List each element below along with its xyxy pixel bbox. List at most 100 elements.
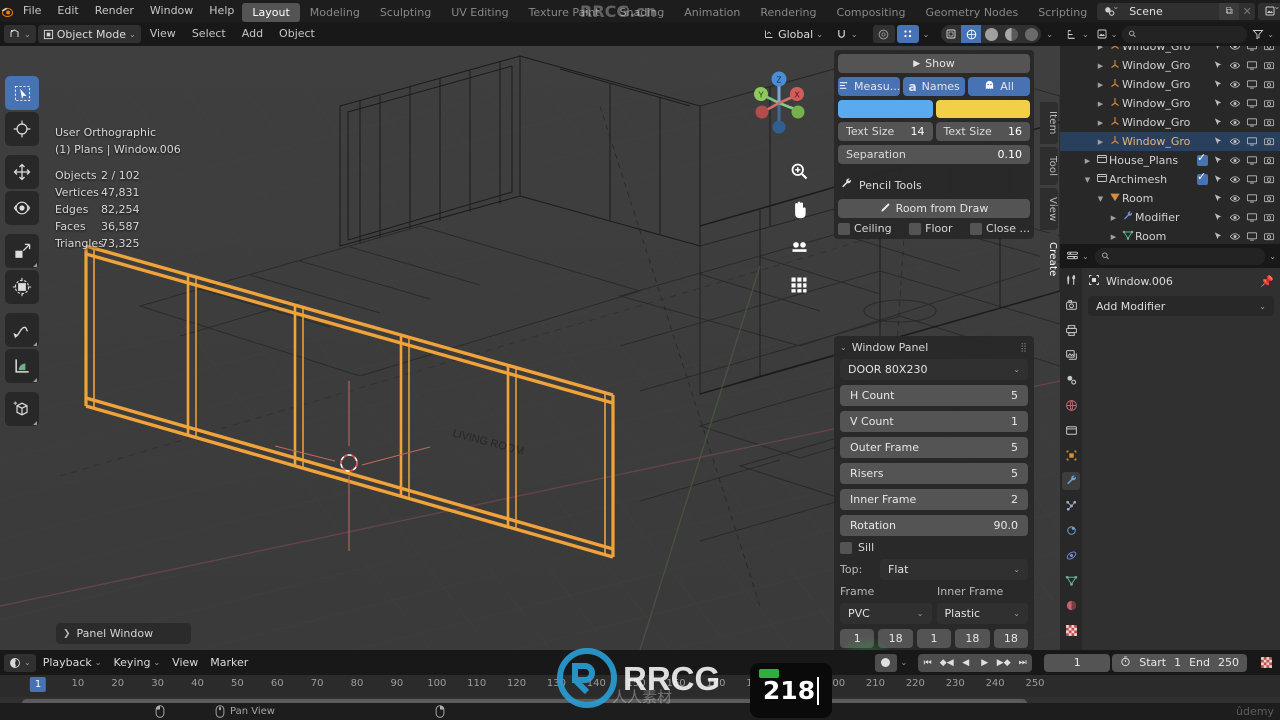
expand-arrow-icon[interactable]: ▼: [1081, 176, 1094, 184]
editor-type-selector[interactable]: ⌄: [4, 25, 36, 43]
filter-funnel-icon[interactable]: ⌄: [1250, 25, 1276, 43]
annotate-tool[interactable]: [5, 313, 39, 347]
outliner-editor-type-icon[interactable]: ⌄: [1064, 25, 1091, 43]
expand-arrow-icon[interactable]: ▶: [1094, 100, 1107, 108]
risers-slider[interactable]: Risers 5: [840, 463, 1028, 484]
current-frame-field[interactable]: 1: [1044, 653, 1111, 672]
outliner-row-toggles[interactable]: [1213, 193, 1280, 204]
add-cube-tool[interactable]: [5, 392, 39, 426]
transport-controls[interactable]: ⏮ ◆◀ ◀ ▶ ▶◆ ⏭: [918, 653, 1033, 672]
viewport-toolbar[interactable]: [5, 76, 39, 426]
top-dropdown[interactable]: Flat ⌄: [880, 559, 1028, 580]
color-swatch-yellow[interactable]: [935, 100, 1030, 118]
shading-preview-icon[interactable]: [1021, 25, 1042, 43]
scene-name[interactable]: Scene: [1121, 2, 1220, 20]
close-checkbox[interactable]: Close ...: [970, 222, 1030, 235]
separation-field[interactable]: Separation 0.10: [838, 145, 1030, 164]
jump-to-end-icon[interactable]: ⏭: [1013, 653, 1033, 672]
size-field-5[interactable]: 18: [993, 629, 1029, 648]
exclude-checkbox[interactable]: [1197, 151, 1208, 166]
expand-arrow-icon[interactable]: ▶: [1094, 46, 1107, 51]
rotate-tool[interactable]: [5, 191, 39, 225]
window-panel-header[interactable]: ⌄ Window Panel ⣿: [840, 341, 1028, 354]
zoom-icon[interactable]: [786, 158, 812, 184]
menu-help[interactable]: Help: [201, 0, 242, 22]
play-reverse-icon[interactable]: ◀: [956, 653, 976, 672]
scene-tab[interactable]: [1062, 372, 1080, 390]
close-checkbox-box[interactable]: [970, 222, 983, 235]
shading-wireframe-icon[interactable]: [941, 25, 962, 43]
workspace-tab-uv-editing[interactable]: UV Editing: [441, 3, 518, 22]
outliner-row-toggles[interactable]: [1213, 60, 1280, 71]
frame-fields[interactable]: 1 Start 1 End 250: [1044, 653, 1247, 672]
world-tab[interactable]: [1062, 397, 1080, 415]
add-modifier-button[interactable]: Add Modifier ⌄: [1088, 296, 1274, 316]
exclude-checkbox[interactable]: [1197, 170, 1208, 185]
workspace-tab-geometry-nodes[interactable]: Geometry Nodes: [915, 3, 1028, 22]
ceiling-checkbox-box[interactable]: [838, 222, 850, 235]
workspace-tab-scripting[interactable]: Scripting: [1028, 3, 1097, 22]
outliner-display-mode-icon[interactable]: ⌄: [1094, 25, 1120, 43]
outliner-row[interactable]: ▼ Archimesh: [1060, 170, 1280, 189]
workspace-tab-texture-paint[interactable]: Texture Paint: [519, 3, 610, 22]
sill-checkbox-box[interactable]: [840, 541, 852, 554]
timeline-menu-playback[interactable]: Playback ⌄: [38, 654, 107, 672]
navigation-gizmo[interactable]: Z X Y: [743, 68, 815, 140]
properties-search-box[interactable]: [1094, 247, 1266, 265]
next-keyframe-icon[interactable]: ▶◆: [994, 653, 1014, 672]
size-field-3[interactable]: 1: [916, 629, 952, 648]
h-count-slider[interactable]: H Count 5: [840, 385, 1028, 406]
window-panel[interactable]: ⌄ Window Panel ⣿ DOOR 80X230 ⌄ H Count 5…: [834, 336, 1034, 650]
constraints-tab[interactable]: [1062, 547, 1080, 565]
texture-tab[interactable]: [1062, 622, 1080, 640]
outliner-row[interactable]: ▶ Window_Gro: [1060, 132, 1280, 151]
viewport-menu-add[interactable]: Add: [235, 22, 270, 46]
keying-dropdown[interactable]: ⌄: [899, 654, 910, 672]
n-panel-tabs[interactable]: Item Tool View Create: [1040, 102, 1060, 286]
measures-toggle[interactable]: Measu...: [838, 77, 901, 96]
outliner-row[interactable]: ▶ Window_Gro: [1060, 46, 1280, 56]
viewlayer-selector[interactable]: ViewLayer ⧉ ✕: [1258, 2, 1280, 20]
text-size-2-field[interactable]: Text Size 16: [935, 122, 1030, 141]
texture-checker-icon[interactable]: [1257, 654, 1276, 672]
outliner-row-toggles[interactable]: [1213, 136, 1280, 147]
start-end-field[interactable]: Start 1 End 250: [1112, 653, 1247, 672]
workspace-tab-shading[interactable]: Shading: [610, 3, 675, 22]
menu-file[interactable]: File: [15, 0, 49, 22]
material-tab[interactable]: [1062, 597, 1080, 615]
play-icon[interactable]: ▶: [975, 653, 995, 672]
timeline-menu-keying[interactable]: Keying ⌄: [109, 654, 166, 672]
outliner-row-toggles[interactable]: [1213, 231, 1280, 242]
measure-tool[interactable]: [5, 349, 39, 383]
jump-to-start-icon[interactable]: ⏮: [918, 653, 938, 672]
timeline-editor-type-icon[interactable]: ⌄: [4, 653, 36, 672]
outliner-row[interactable]: ▶ Modifier: [1060, 208, 1280, 227]
tab-create[interactable]: Create: [1040, 233, 1058, 286]
ceiling-checkbox[interactable]: Ceiling: [838, 222, 892, 235]
snap-settings[interactable]: ⌄: [830, 25, 863, 43]
n-panel-create[interactable]: ▶ Show Measu... a Names All Text Size 14…: [834, 50, 1034, 239]
properties-options-icon[interactable]: ⌄: [1269, 252, 1276, 261]
floor-checkbox[interactable]: Floor: [909, 222, 953, 235]
object-mode-selector[interactable]: Object Mode ⌄: [37, 25, 141, 43]
frame-material-dropdown[interactable]: PVC ⌄: [840, 603, 932, 624]
camera-view-icon[interactable]: [786, 234, 812, 260]
expand-arrow-icon[interactable]: ▼: [1094, 195, 1107, 203]
modifier-tab[interactable]: [1062, 472, 1080, 490]
expand-arrow-icon[interactable]: ▶: [1094, 138, 1107, 146]
tool-tab[interactable]: [1062, 272, 1080, 290]
timeline-menu-marker[interactable]: Marker: [205, 654, 253, 672]
render-tab[interactable]: [1062, 297, 1080, 315]
timeline-ruler[interactable]: 1 10 20 30 40 50 60 70 80 90 100 110 120 130 140 150 160…: [0, 675, 1280, 697]
workspace-tab-sculpting[interactable]: Sculpting: [370, 3, 441, 22]
workspace-tab-modeling[interactable]: Modeling: [300, 3, 370, 22]
tweak-tool[interactable]: [5, 76, 39, 110]
outliner-row[interactable]: ▶ Window_Gro: [1060, 56, 1280, 75]
outliner-row[interactable]: ▼ Room: [1060, 189, 1280, 208]
ortho-grid-icon[interactable]: [786, 272, 812, 298]
sill-checkbox[interactable]: Sill: [840, 541, 1028, 554]
menu-render[interactable]: Render: [87, 0, 142, 22]
workspace-tab-compositing[interactable]: Compositing: [827, 3, 916, 22]
pin-icon[interactable]: 📌: [1260, 275, 1274, 288]
outliner[interactable]: ▶ Window_Gro ▶ Window_Gro ▶ Window_Gro ▶ Window…: [1060, 46, 1280, 244]
